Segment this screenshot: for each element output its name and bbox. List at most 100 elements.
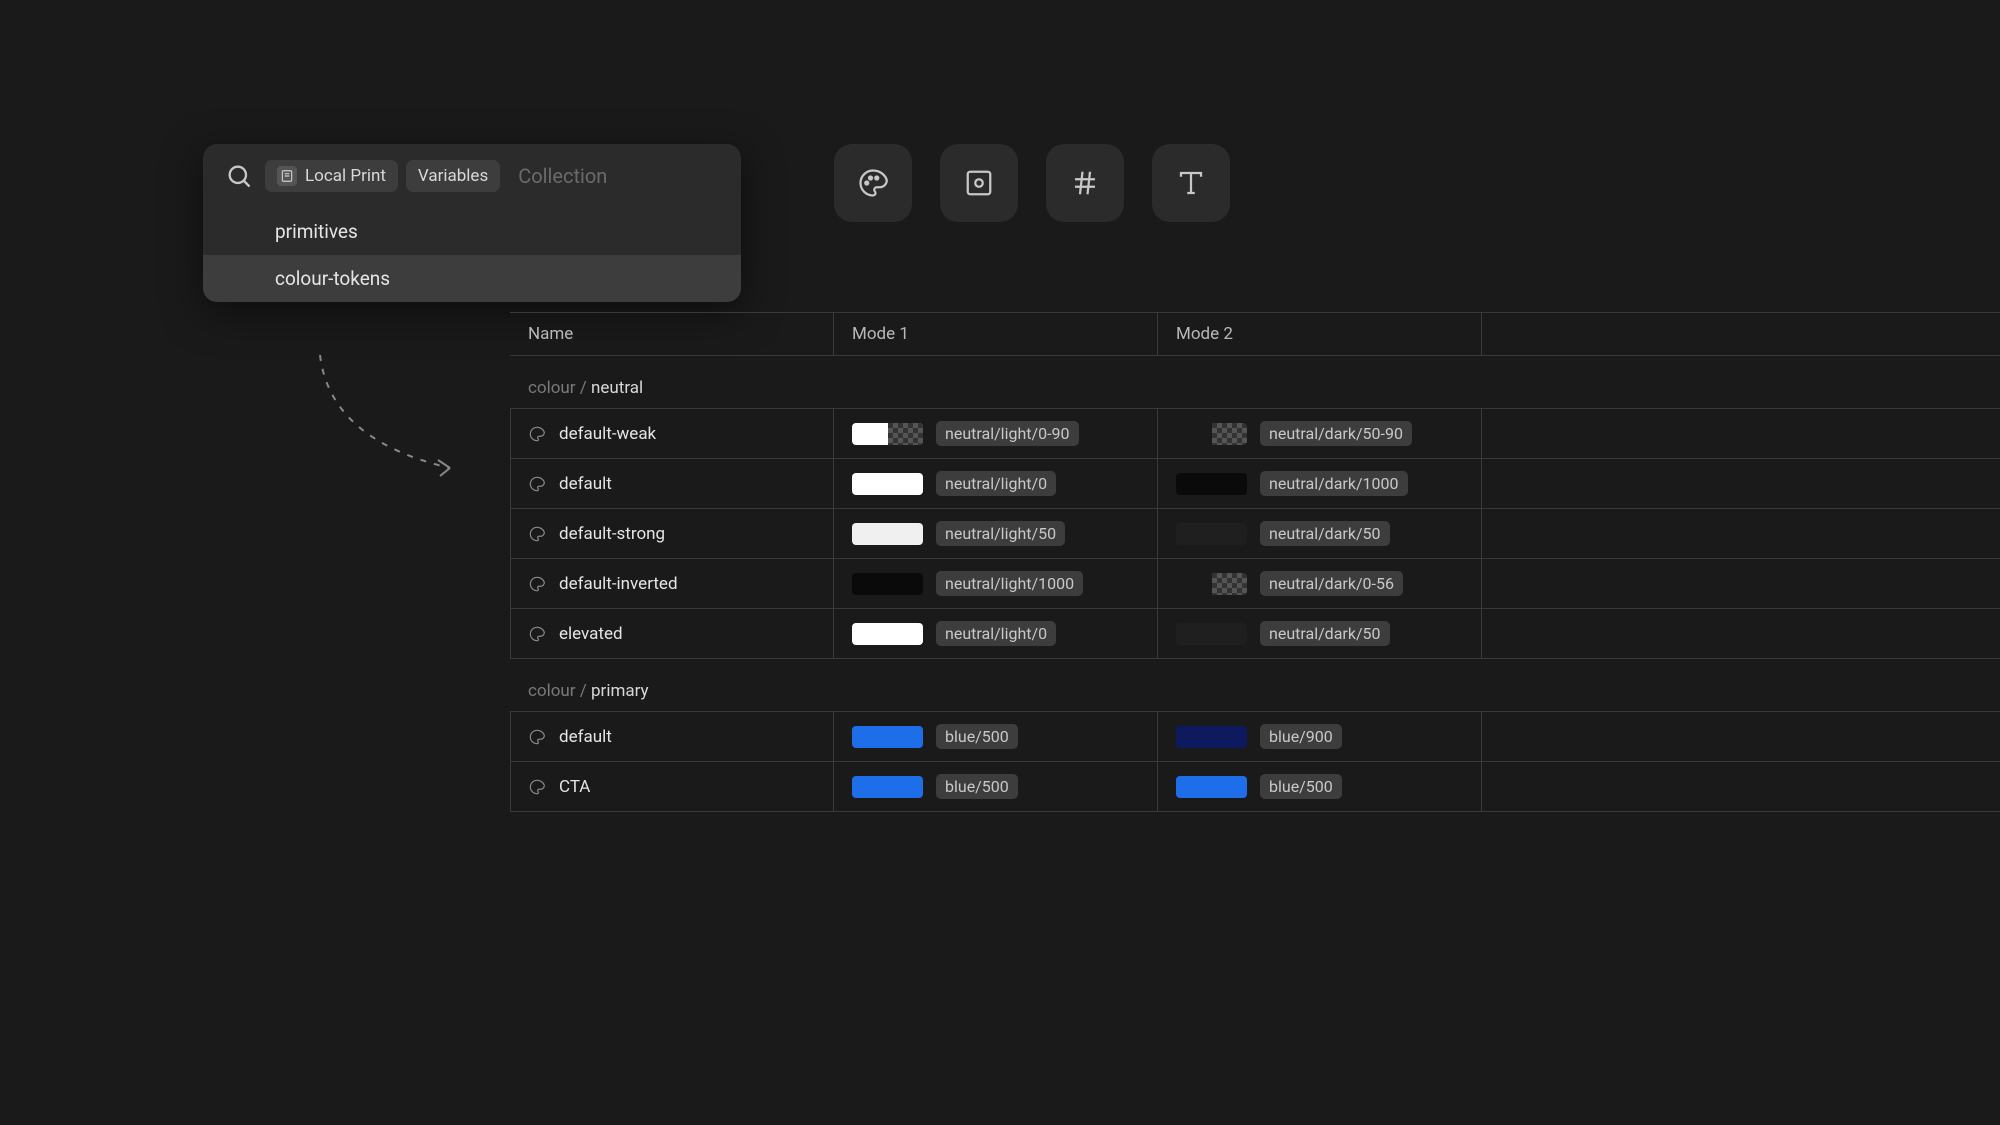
group-rows: default-weak neutral/light/0-90 neutral/da… (510, 408, 2000, 659)
var-name: CTA (559, 777, 590, 797)
hash-button[interactable] (1046, 144, 1124, 222)
group-label[interactable]: colour / neutral (510, 356, 2000, 408)
type-button[interactable] (1152, 144, 1230, 222)
token-badge[interactable]: neutral/light/0-90 (936, 421, 1079, 446)
token-badge[interactable]: neutral/dark/0-56 (1260, 571, 1403, 596)
var-value-cell-mode2[interactable]: blue/500 (1158, 762, 1482, 811)
var-name-cell[interactable]: default-inverted (510, 559, 834, 608)
palette-icon (858, 168, 888, 198)
target-button[interactable] (940, 144, 1018, 222)
dropdown-item-colour-tokens[interactable]: colour-tokens (203, 255, 741, 302)
variables-table: Name Mode 1 Mode 2 colour / neutraldefau… (510, 312, 2000, 812)
token-badge[interactable]: neutral/light/50 (936, 521, 1065, 546)
var-name: default-strong (559, 524, 665, 544)
table-row[interactable]: CTA blue/500 blue/500 (510, 761, 2000, 812)
var-value-cell-mode2[interactable]: neutral/dark/0-56 (1158, 559, 1482, 608)
dropdown-item-primitives[interactable]: primitives (203, 208, 741, 255)
var-name-cell[interactable]: default (510, 712, 834, 761)
group-prefix: colour / (528, 378, 591, 398)
group-label[interactable]: colour / primary (510, 659, 2000, 711)
var-name: default (559, 727, 612, 747)
palette-button[interactable] (834, 144, 912, 222)
chip-local-print[interactable]: Local Print (265, 160, 398, 192)
var-name: default (559, 474, 612, 494)
var-value-cell-mode1[interactable]: neutral/light/0-90 (834, 409, 1158, 458)
token-badge[interactable]: neutral/dark/1000 (1260, 471, 1408, 496)
square-target-icon (964, 168, 994, 198)
token-badge[interactable]: neutral/light/1000 (936, 571, 1083, 596)
collection-dropdown: primitives colour-tokens (203, 208, 741, 302)
token-badge[interactable]: neutral/dark/50 (1260, 521, 1390, 546)
search-header: Local Print Variables Collection (203, 144, 741, 208)
var-name-cell[interactable]: default-strong (510, 509, 834, 558)
chip-label: Local Print (305, 166, 386, 186)
var-name: elevated (559, 624, 623, 644)
color-swatch[interactable] (1176, 573, 1247, 595)
token-badge[interactable]: blue/900 (1260, 724, 1342, 749)
color-swatch[interactable] (852, 776, 923, 798)
dropdown-label: colour-tokens (275, 267, 390, 290)
color-swatch[interactable] (1176, 523, 1247, 545)
palette-icon (529, 626, 545, 642)
color-swatch[interactable] (852, 623, 923, 645)
type-icon (1176, 168, 1206, 198)
token-badge[interactable]: neutral/dark/50-90 (1260, 421, 1412, 446)
color-swatch[interactable] (1176, 473, 1247, 495)
chip-label: Variables (418, 166, 488, 186)
color-swatch[interactable] (1176, 423, 1247, 445)
palette-icon (529, 779, 545, 795)
table-row[interactable]: default neutral/light/0 neutral/dark/1000 (510, 458, 2000, 508)
var-name-cell[interactable]: default (510, 459, 834, 508)
var-name-cell[interactable]: CTA (510, 762, 834, 811)
table-row[interactable]: default-strong neutral/light/50 neutral/da… (510, 508, 2000, 558)
token-badge[interactable]: neutral/light/0 (936, 621, 1056, 646)
group-rows: default blue/500 blue/900 CTA blue/500 blue/5… (510, 711, 2000, 812)
color-swatch[interactable] (1176, 776, 1247, 798)
var-value-cell-mode1[interactable]: blue/500 (834, 762, 1158, 811)
var-value-cell-mode2[interactable]: neutral/dark/50 (1158, 509, 1482, 558)
table-row[interactable]: default-weak neutral/light/0-90 neutral/da… (510, 408, 2000, 458)
var-name-cell[interactable]: default-weak (510, 409, 834, 458)
hash-icon (1070, 168, 1100, 198)
var-name: default-inverted (559, 574, 678, 594)
color-swatch[interactable] (852, 473, 923, 495)
type-toolbar (834, 144, 1230, 222)
var-value-cell-mode1[interactable]: neutral/light/0 (834, 609, 1158, 658)
token-badge[interactable]: neutral/light/0 (936, 471, 1056, 496)
palette-icon (529, 526, 545, 542)
var-value-cell-mode2[interactable]: blue/900 (1158, 712, 1482, 761)
table-row[interactable]: default blue/500 blue/900 (510, 711, 2000, 761)
color-swatch[interactable] (1176, 623, 1247, 645)
token-badge[interactable]: blue/500 (1260, 774, 1342, 799)
palette-icon (529, 426, 545, 442)
collection-picker-panel: Local Print Variables Collection primiti… (203, 144, 741, 302)
group-name: neutral (591, 378, 643, 398)
search-input[interactable]: Collection (518, 164, 607, 188)
dropdown-label: primitives (275, 220, 358, 243)
table-row[interactable]: elevated neutral/light/0 neutral/dark/50 (510, 608, 2000, 659)
color-swatch[interactable] (852, 573, 923, 595)
token-badge[interactable]: neutral/dark/50 (1260, 621, 1390, 646)
search-icon[interactable] (225, 162, 253, 190)
breadcrumb-chips: Local Print Variables (265, 160, 500, 192)
color-swatch[interactable] (852, 726, 923, 748)
var-value-cell-mode2[interactable]: neutral/dark/1000 (1158, 459, 1482, 508)
palette-icon (529, 476, 545, 492)
color-swatch[interactable] (852, 423, 923, 445)
color-swatch[interactable] (852, 523, 923, 545)
var-value-cell-mode1[interactable]: neutral/light/50 (834, 509, 1158, 558)
chip-variables[interactable]: Variables (406, 160, 500, 192)
group-prefix: colour / (528, 681, 591, 701)
annotation-arrow (310, 350, 470, 480)
var-value-cell-mode1[interactable]: blue/500 (834, 712, 1158, 761)
var-value-cell-mode1[interactable]: neutral/light/1000 (834, 559, 1158, 608)
var-value-cell-mode2[interactable]: neutral/dark/50 (1158, 609, 1482, 658)
color-swatch[interactable] (1176, 726, 1247, 748)
table-row[interactable]: default-inverted neutral/light/1000 neutra… (510, 558, 2000, 608)
token-badge[interactable]: blue/500 (936, 774, 1018, 799)
var-value-cell-mode2[interactable]: neutral/dark/50-90 (1158, 409, 1482, 458)
var-name-cell[interactable]: elevated (510, 609, 834, 658)
var-value-cell-mode1[interactable]: neutral/light/0 (834, 459, 1158, 508)
token-badge[interactable]: blue/500 (936, 724, 1018, 749)
var-name: default-weak (559, 424, 656, 444)
